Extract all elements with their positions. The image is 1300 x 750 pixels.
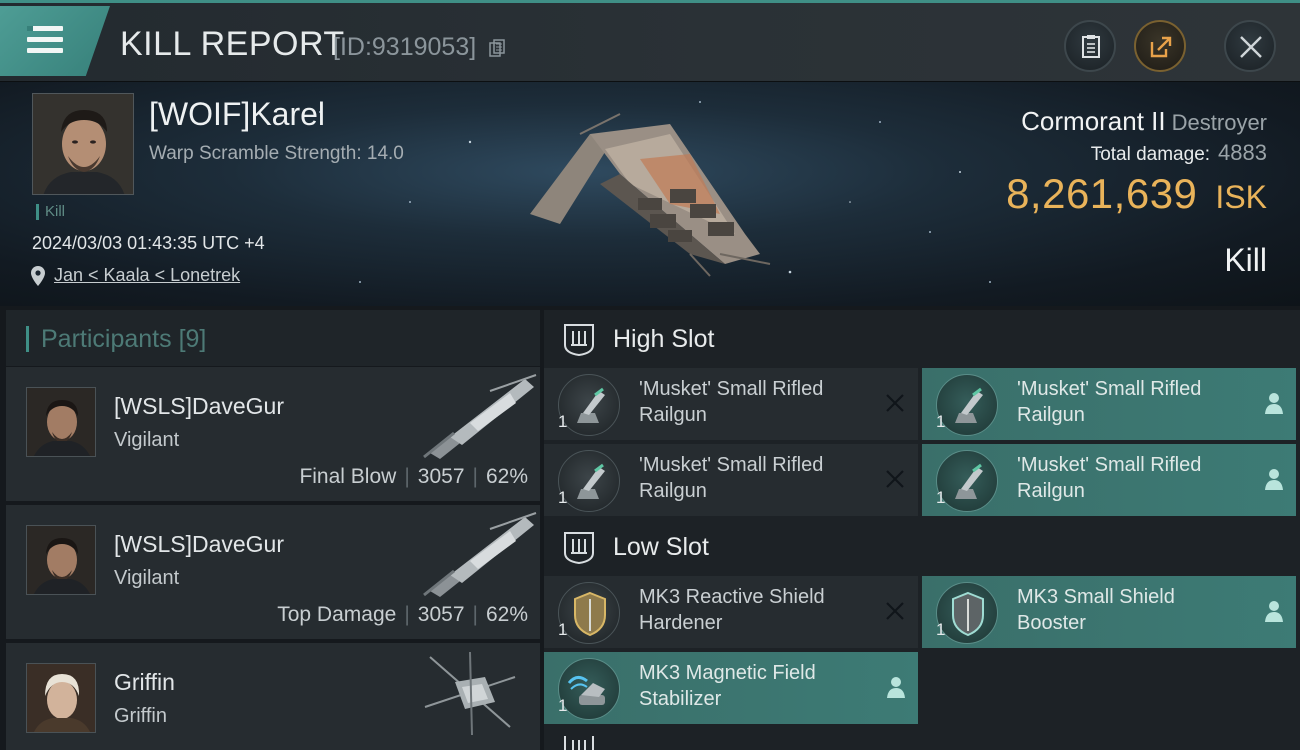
- module-item[interactable]: 1 'Musket' Small Rifled Railgun: [922, 368, 1296, 440]
- victim-summary: [WOIF]Karel Warp Scramble Strength: 14.0…: [0, 82, 1300, 306]
- module-name: 'Musket' Small Rifled Railgun: [639, 378, 824, 426]
- participant-avatar: [26, 387, 96, 457]
- high-slot-icon: [564, 324, 594, 357]
- participant-ship-image: [423, 512, 537, 597]
- participant-role: Top Damage: [277, 603, 397, 626]
- isk-amount: 8,261,639: [1006, 170, 1198, 217]
- module-item[interactable]: 1 MK3 Small Shield Booster: [922, 576, 1296, 648]
- result-label: Kill: [1224, 242, 1267, 278]
- location-link[interactable]: Jan < Kaala < Lonetrek: [54, 265, 240, 286]
- header-bar: KILL REPORT [ID:9319053]: [0, 0, 1300, 82]
- module-name: 'Musket' Small Rifled Railgun: [1017, 454, 1202, 502]
- victim-portrait[interactable]: [32, 93, 134, 195]
- participant-percent: 62%: [485, 465, 528, 488]
- module-name: MK3 Reactive Shield Hardener: [639, 586, 825, 634]
- module-item[interactable]: 1 'Musket' Small Rifled Railgun: [544, 444, 918, 516]
- participant-ship: Griffin: [114, 705, 167, 727]
- participants-count: [9]: [178, 325, 207, 353]
- participants-panel: Participants [9] [WSLS]DaveGur Vigilant …: [6, 310, 540, 750]
- location-pin-icon: [31, 266, 45, 286]
- module-qty: 1: [936, 620, 946, 639]
- participant-row[interactable]: [WSLS]DaveGur Vigilant Final Blow | 3057 | 6…: [6, 367, 540, 501]
- module-qty: 1: [558, 696, 568, 715]
- participant-ship-image: [423, 374, 537, 459]
- victim-ship-image: [530, 113, 771, 277]
- isk-value: 8,261,639 ISK: [1006, 170, 1267, 218]
- high-slot-header: High Slot: [544, 310, 1300, 368]
- clipboard-icon: [1082, 35, 1100, 58]
- module-item[interactable]: 1 MK3 Magnetic Field Stabilizer: [544, 652, 918, 724]
- module-qty: 1: [558, 620, 568, 639]
- person-icon: [887, 677, 905, 698]
- module-qty: 1: [558, 488, 568, 507]
- clipboard-button[interactable]: [1064, 20, 1116, 72]
- person-icon: [1265, 469, 1283, 490]
- participant-row[interactable]: Griffin Griffin: [6, 643, 540, 750]
- total-damage: Total damage: 4883: [1091, 140, 1267, 166]
- copy-icon[interactable]: [489, 39, 505, 57]
- participant-name[interactable]: [WSLS]DaveGur: [114, 531, 284, 558]
- module-item[interactable]: 1 MK3 Reactive Shield Hardener: [544, 576, 918, 648]
- isk-unit: ISK: [1215, 179, 1267, 215]
- close-button[interactable]: [1224, 20, 1276, 72]
- participant-role: Final Blow: [299, 465, 397, 488]
- module-qty: 1: [936, 412, 946, 431]
- page-title: KILL REPORT: [120, 25, 345, 63]
- participant-stats: Final Blow | 3057 | 62%: [299, 465, 528, 488]
- participant-avatar: [26, 525, 96, 595]
- participant-percent: 62%: [485, 603, 528, 626]
- participant-stats: Top Damage | 3057 | 62%: [277, 603, 528, 626]
- module-name: MK3 Magnetic Field Stabilizer: [639, 662, 816, 710]
- fitting-panel: High Slot 1 'Musket' Small Rifled Railgu…: [544, 310, 1300, 750]
- mid-slot-icon: [564, 736, 594, 750]
- module-name: 'Musket' Small Rifled Railgun: [1017, 378, 1202, 426]
- person-icon: [1265, 393, 1283, 414]
- victim-ship: Cormorant II Destroyer: [1021, 106, 1267, 137]
- participants-header: Participants [9]: [6, 310, 540, 366]
- module-name: 'Musket' Small Rifled Railgun: [639, 454, 824, 502]
- participant-ship: Vigilant: [114, 567, 180, 589]
- module-qty: 1: [936, 488, 946, 507]
- menu-button[interactable]: [0, 6, 110, 76]
- victim-name[interactable]: [WOIF]Karel: [149, 96, 325, 133]
- ship-class: Destroyer: [1171, 110, 1267, 135]
- warp-scramble-strength: Warp Scramble Strength: 14.0: [149, 143, 404, 164]
- participant-damage: 3057: [417, 603, 465, 626]
- total-damage-value: 4883: [1218, 140, 1267, 165]
- participant-name[interactable]: Griffin: [114, 669, 175, 696]
- low-slot-label: Low Slot: [613, 533, 709, 561]
- report-id: [ID:9319053]: [333, 33, 477, 61]
- low-slot-header: Low Slot: [544, 518, 1300, 576]
- kill-datetime: 2024/03/03 01:43:35 UTC +4: [32, 233, 265, 253]
- share-button[interactable]: [1134, 20, 1186, 72]
- low-slot-icon: [564, 532, 594, 565]
- module-qty: 1: [558, 412, 568, 431]
- destroyed-icon: [886, 470, 904, 488]
- destroyed-icon: [886, 394, 904, 412]
- share-icon: [1150, 36, 1172, 58]
- participant-ship-image: [424, 651, 516, 736]
- participants-label: Participants: [41, 325, 172, 353]
- module-name: MK3 Small Shield Booster: [1017, 586, 1175, 634]
- ship-name[interactable]: Cormorant II: [1021, 106, 1166, 136]
- participant-ship: Vigilant: [114, 429, 180, 451]
- module-item[interactable]: 1 'Musket' Small Rifled Railgun: [922, 444, 1296, 516]
- destroyed-icon: [886, 602, 904, 620]
- person-icon: [1265, 601, 1283, 622]
- kill-tag: Kill: [36, 204, 65, 220]
- high-slot-label: High Slot: [613, 325, 715, 353]
- module-item[interactable]: 1 'Musket' Small Rifled Railgun: [544, 368, 918, 440]
- close-icon: [1240, 36, 1262, 58]
- participant-row[interactable]: [WSLS]DaveGur Vigilant Top Damage | 3057 | 6…: [6, 505, 540, 639]
- participant-damage: 3057: [417, 465, 465, 488]
- participant-avatar: [26, 663, 96, 733]
- total-damage-label: Total damage:: [1090, 144, 1211, 165]
- participant-name[interactable]: [WSLS]DaveGur: [114, 393, 284, 420]
